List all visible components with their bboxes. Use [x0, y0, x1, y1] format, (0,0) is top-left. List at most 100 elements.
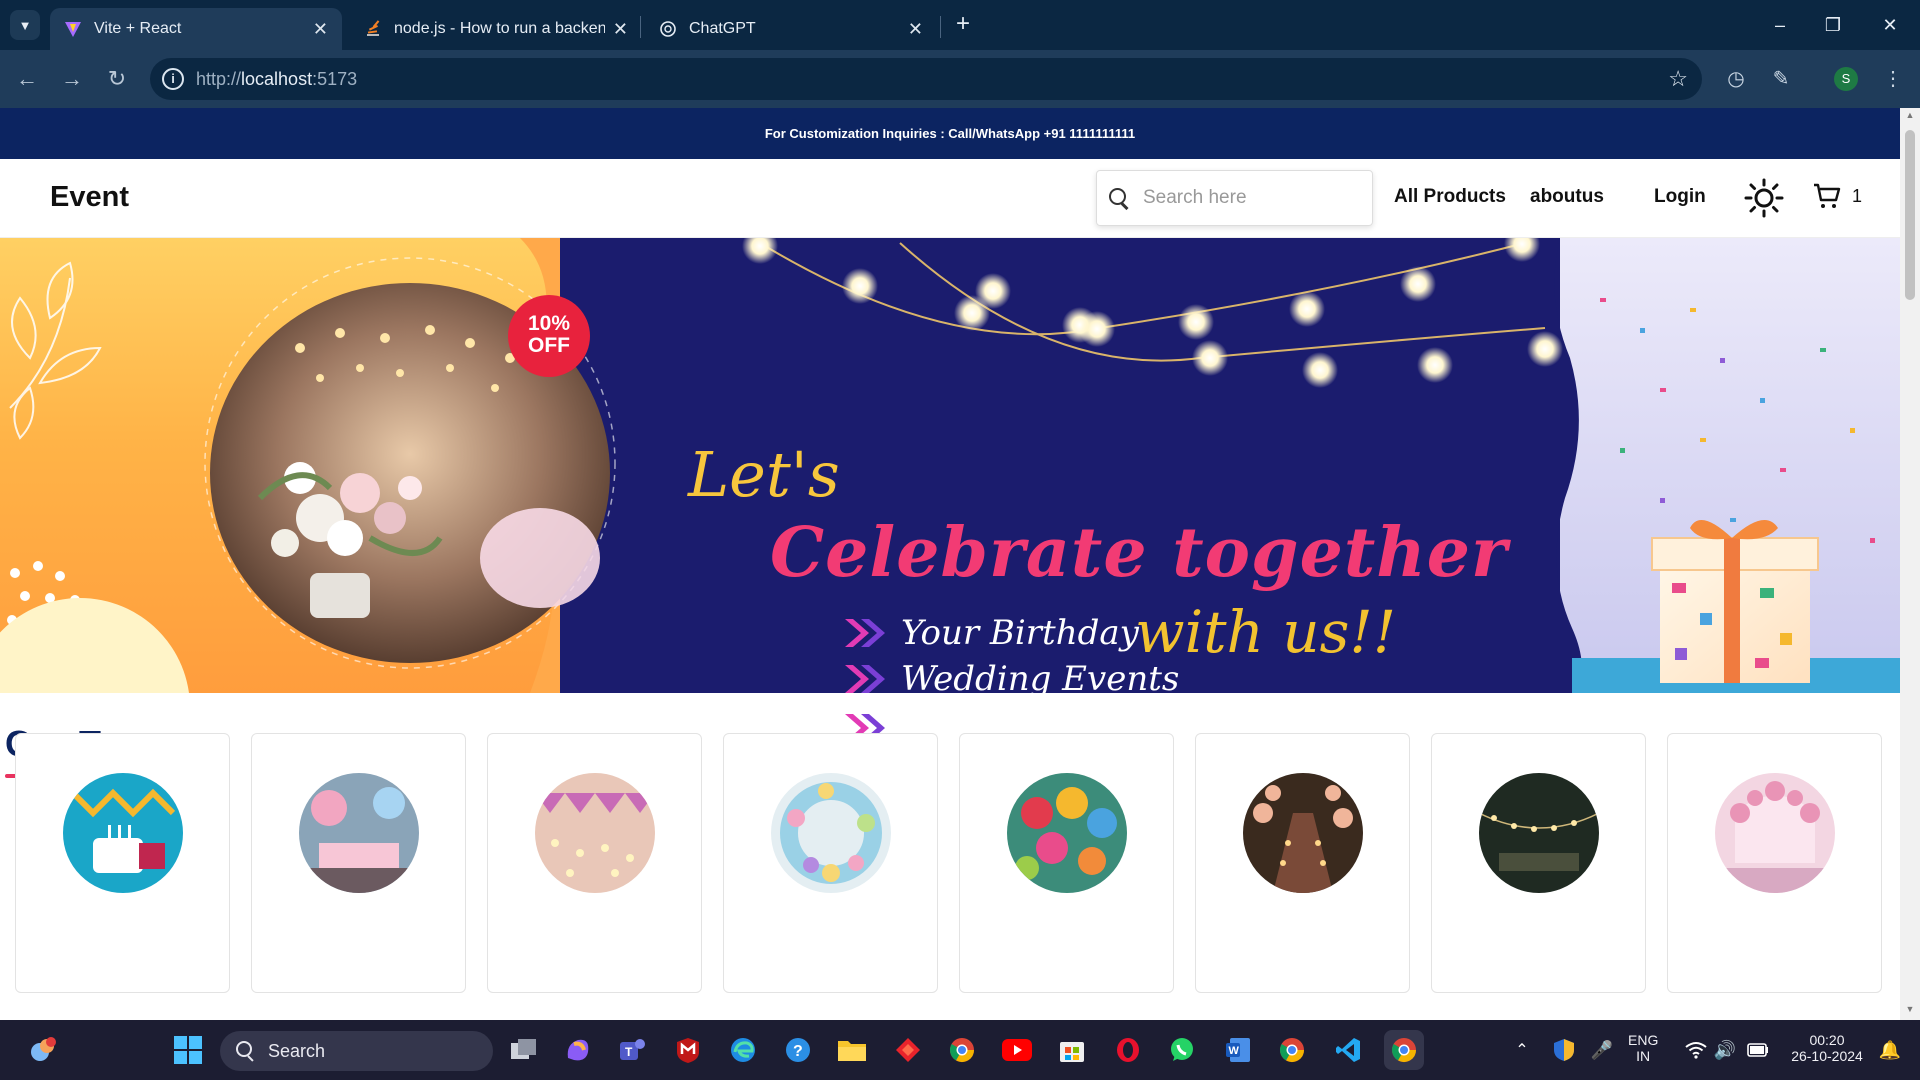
- tab-node-js[interactable]: node.js - How to run a backend ✕: [350, 8, 642, 50]
- restore-icon[interactable]: ❐: [1813, 10, 1853, 40]
- category-card-bunting-lights[interactable]: [487, 733, 702, 993]
- help-icon[interactable]: ?: [778, 1030, 818, 1070]
- profile-avatar[interactable]: S: [1834, 67, 1858, 91]
- tab-separator: [640, 16, 641, 38]
- chrome-icon[interactable]: [942, 1030, 982, 1070]
- history-icon[interactable]: ◷: [1723, 66, 1749, 92]
- reload-icon[interactable]: ↻: [100, 62, 134, 96]
- start-icon[interactable]: [168, 1030, 208, 1070]
- chatgpt-icon: [659, 20, 677, 38]
- svg-text:?: ?: [793, 1043, 803, 1060]
- address-bar[interactable]: i http://localhost:5173 ☆: [150, 58, 1702, 100]
- extensions-icon[interactable]: ✎: [1768, 66, 1794, 92]
- banner-closing: with us!!: [1135, 598, 1397, 666]
- banner-lets: Let's: [688, 438, 840, 511]
- chevron-up-icon[interactable]: ⌃: [1502, 1030, 1542, 1070]
- card-image: [299, 773, 419, 893]
- forward-icon[interactable]: →: [55, 62, 89, 96]
- close-icon[interactable]: ✕: [313, 19, 328, 40]
- chrome-active-icon[interactable]: [1384, 1030, 1424, 1070]
- tab-label: Vite + React: [94, 20, 182, 37]
- cart-count: 1: [1852, 186, 1863, 206]
- search-box[interactable]: [1096, 170, 1373, 226]
- chrome-profile-icon[interactable]: [1272, 1030, 1312, 1070]
- category-card-birthday-cake[interactable]: [15, 733, 230, 993]
- card-image: [1007, 773, 1127, 893]
- microsoft-store-icon[interactable]: [1052, 1030, 1092, 1070]
- clock[interactable]: 00:20 26-10-2024: [1785, 1032, 1869, 1064]
- tab-vite-react[interactable]: Vite + React ✕: [50, 8, 342, 50]
- menu-icon[interactable]: ⋮: [1880, 66, 1906, 92]
- tab-separator: [940, 16, 941, 38]
- theme-toggle-sun-icon[interactable]: [1744, 178, 1784, 218]
- tab-chatgpt[interactable]: ChatGPT ✕: [645, 8, 937, 50]
- scroll-up-icon[interactable]: ▲: [1905, 110, 1915, 120]
- site-info-icon[interactable]: i: [162, 68, 184, 90]
- microphone-icon[interactable]: 🎤: [1582, 1030, 1622, 1070]
- taskbar-search[interactable]: Search: [220, 1031, 493, 1071]
- nav-all-products[interactable]: All Products: [1394, 186, 1506, 208]
- page-scrollbar[interactable]: ▲ ▼: [1900, 108, 1920, 1020]
- copilot-icon[interactable]: [558, 1030, 598, 1070]
- offer-badge: 10% OFF: [508, 295, 590, 377]
- whatsapp-icon[interactable]: [1162, 1030, 1202, 1070]
- vite-icon: [64, 20, 82, 38]
- youtube-icon[interactable]: [997, 1030, 1037, 1070]
- category-card-balloon-ring[interactable]: [723, 733, 938, 993]
- card-image: [771, 773, 891, 893]
- card-image: [1479, 773, 1599, 893]
- scrollbar-thumb[interactable]: [1905, 130, 1915, 300]
- nav-login[interactable]: Login: [1654, 186, 1706, 208]
- category-card-flower-walkway[interactable]: [1195, 733, 1410, 993]
- url-text: http://localhost:5173: [196, 69, 358, 89]
- teams-icon[interactable]: T: [612, 1030, 652, 1070]
- mcafee-icon[interactable]: [668, 1030, 708, 1070]
- category-card-party-table[interactable]: [251, 733, 466, 993]
- tab-label: node.js - How to run a backend: [394, 20, 605, 37]
- search-icon: [236, 1041, 256, 1061]
- card-image: [1715, 773, 1835, 893]
- svg-text:T: T: [625, 1045, 633, 1059]
- red-app-icon[interactable]: [888, 1030, 928, 1070]
- scroll-down-icon[interactable]: ▼: [1905, 1004, 1915, 1014]
- input-language[interactable]: ENG IN: [1628, 1032, 1658, 1064]
- new-tab-button[interactable]: +: [950, 12, 976, 38]
- card-image: [535, 773, 655, 893]
- back-icon[interactable]: ←: [10, 62, 44, 96]
- tab-label: ChatGPT: [689, 20, 756, 37]
- vscode-icon[interactable]: [1328, 1030, 1368, 1070]
- notification-bell-icon[interactable]: 🔔: [1870, 1030, 1910, 1070]
- search-icon: [1107, 186, 1131, 210]
- promo-bar: For Customization Inquiries : Call/Whats…: [0, 108, 1900, 159]
- close-window-icon[interactable]: ✕: [1870, 10, 1910, 40]
- cart-icon[interactable]: [1812, 181, 1842, 211]
- file-explorer-icon[interactable]: [832, 1030, 872, 1070]
- category-cards: [15, 733, 1885, 1033]
- tab-search-button[interactable]: ▼: [10, 10, 40, 40]
- close-icon[interactable]: ✕: [613, 19, 628, 40]
- chevron-right-icon: [845, 665, 885, 693]
- minimize-icon[interactable]: –: [1760, 10, 1800, 40]
- close-icon[interactable]: ✕: [908, 19, 923, 40]
- brand-logo[interactable]: Event: [50, 181, 129, 214]
- category-card-garden-night[interactable]: [1431, 733, 1646, 993]
- opera-icon[interactable]: [1108, 1030, 1148, 1070]
- security-shield-icon[interactable]: [1544, 1030, 1584, 1070]
- category-card-lanterns[interactable]: [959, 733, 1174, 993]
- edge-icon[interactable]: [723, 1030, 763, 1070]
- stackoverflow-icon: [364, 20, 382, 38]
- banner-bullet: Wedding Events: [843, 659, 1179, 699]
- category-card-pink-stage[interactable]: [1667, 733, 1882, 993]
- task-view-icon[interactable]: [504, 1030, 544, 1070]
- battery-icon[interactable]: [1738, 1030, 1778, 1070]
- card-image: [63, 773, 183, 893]
- search-input[interactable]: [1143, 187, 1363, 209]
- banner-headline: Celebrate together: [770, 513, 1508, 593]
- widgets-icon[interactable]: [22, 1030, 62, 1070]
- word-icon[interactable]: W: [1218, 1030, 1258, 1070]
- card-image: [1243, 773, 1363, 893]
- bookmark-star-icon[interactable]: ☆: [1668, 66, 1688, 92]
- chevron-right-icon: [845, 619, 885, 647]
- nav-aboutus[interactable]: aboutus: [1530, 186, 1604, 208]
- site-header: Event All Products aboutus Login 1: [0, 159, 1900, 238]
